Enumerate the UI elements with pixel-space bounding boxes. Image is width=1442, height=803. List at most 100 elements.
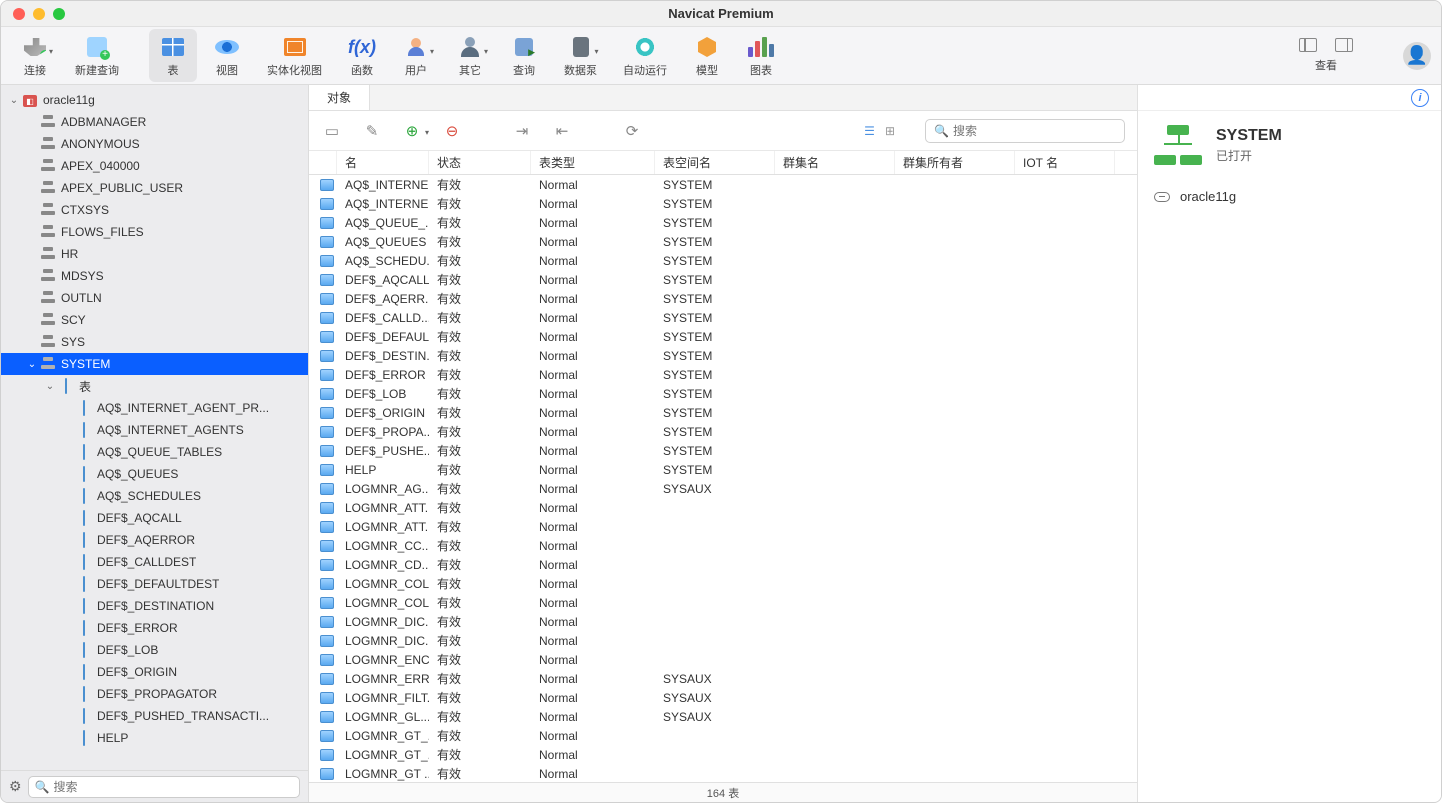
table-node[interactable]: AQ$_QUEUE_TABLES — [1, 441, 308, 463]
column-header[interactable]: 表类型 — [531, 151, 655, 174]
toolbar-mview[interactable]: 实体化视图 — [257, 29, 332, 82]
table-row[interactable]: LOGMNR_COL$ 有效 Normal — [309, 574, 1137, 593]
right-pane-icon[interactable] — [1335, 38, 1353, 52]
column-header[interactable] — [309, 151, 337, 174]
import-icon[interactable]: ⇥ — [511, 120, 533, 142]
schema-node[interactable]: SYS — [1, 331, 308, 353]
table-row[interactable]: LOGMNR_ATT.. 有效 Normal — [309, 498, 1137, 517]
table-node[interactable]: AQ$_SCHEDULES — [1, 485, 308, 507]
list-view-icon[interactable]: ☰ — [864, 124, 875, 138]
column-header[interactable]: 状态 — [429, 151, 531, 174]
connection-node[interactable]: ⌄◧oracle11g — [1, 89, 308, 111]
schema-node[interactable]: ADBMANAGER — [1, 111, 308, 133]
column-header[interactable]: 名 — [337, 151, 429, 174]
tables-node[interactable]: ⌄表 — [1, 375, 308, 397]
toolbar-other[interactable]: ▾其它 — [446, 29, 494, 82]
table-row[interactable]: AQ$_QUEUE_... 有效 Normal SYSTEM — [309, 213, 1137, 232]
table-row[interactable]: LOGMNR_ATT.. 有效 Normal — [309, 517, 1137, 536]
close-icon[interactable] — [13, 8, 25, 20]
minimize-icon[interactable] — [33, 8, 45, 20]
table-row[interactable]: LOGMNR_DIC.. 有效 Normal — [309, 612, 1137, 631]
table-row[interactable]: DEF$_LOB 有效 Normal SYSTEM — [309, 384, 1137, 403]
table-row[interactable]: AQ$_INTERNE.. 有效 Normal SYSTEM — [309, 194, 1137, 213]
table-row[interactable]: LOGMNR_GL... 有效 Normal SYSAUX — [309, 707, 1137, 726]
toolbar-connect[interactable]: ▾连接 — [11, 29, 59, 82]
schema-node[interactable]: FLOWS_FILES — [1, 221, 308, 243]
toolbar-pump[interactable]: ▾数据泵 — [554, 29, 607, 82]
schema-node[interactable]: SCY — [1, 309, 308, 331]
table-row[interactable]: LOGMNR_CD... 有效 Normal — [309, 555, 1137, 574]
schema-node[interactable]: APEX_PUBLIC_USER — [1, 177, 308, 199]
table-node[interactable]: DEF$_DEFAULTDEST — [1, 573, 308, 595]
column-header[interactable]: IOT 名 — [1015, 151, 1115, 174]
schema-node[interactable]: APEX_040000 — [1, 155, 308, 177]
open-icon[interactable]: ▭ — [321, 120, 343, 142]
table-node[interactable]: DEF$_ORIGIN — [1, 661, 308, 683]
table-node[interactable]: DEF$_CALLDEST — [1, 551, 308, 573]
table-node[interactable]: DEF$_AQERROR — [1, 529, 308, 551]
avatar[interactable]: 👤 — [1403, 42, 1431, 70]
object-search-input[interactable] — [953, 124, 1116, 138]
table-row[interactable]: DEF$_AQERR... 有效 Normal SYSTEM — [309, 289, 1137, 308]
table-row[interactable]: DEF$_ORIGIN 有效 Normal SYSTEM — [309, 403, 1137, 422]
table-row[interactable]: DEF$_PROPA... 有效 Normal SYSTEM — [309, 422, 1137, 441]
column-header[interactable]: 表空间名 — [655, 151, 775, 174]
table-node[interactable]: AQ$_INTERNET_AGENT_PR... — [1, 397, 308, 419]
tab-object[interactable]: 对象 — [309, 85, 370, 110]
schema-node[interactable]: ANONYMOUS — [1, 133, 308, 155]
export-icon[interactable]: ⇤ — [551, 120, 573, 142]
sidebar-search[interactable]: 🔍 — [28, 776, 300, 798]
toolbar-function[interactable]: f(x)函数 — [338, 29, 386, 82]
toolbar-auto[interactable]: 自动运行 — [613, 29, 677, 82]
table-row[interactable]: LOGMNR_DIC... 有效 Normal — [309, 631, 1137, 650]
table-row[interactable]: DEF$_AQCALL 有效 Normal SYSTEM — [309, 270, 1137, 289]
table-grid[interactable]: 名状态表类型表空间名群集名群集所有者IOT 名 AQ$_INTERNE.. 有效… — [309, 151, 1137, 782]
maximize-icon[interactable] — [53, 8, 65, 20]
table-row[interactable]: HELP 有效 Normal SYSTEM — [309, 460, 1137, 479]
add-icon[interactable]: ⊕▾ — [401, 120, 423, 142]
table-node[interactable]: AQ$_QUEUES — [1, 463, 308, 485]
toolbar-chart[interactable]: 图表 — [737, 29, 785, 82]
table-node[interactable]: DEF$_AQCALL — [1, 507, 308, 529]
toolbar-user[interactable]: ▾用户 — [392, 29, 440, 82]
table-node[interactable]: DEF$_LOB — [1, 639, 308, 661]
table-row[interactable]: LOGMNR_COL.. 有效 Normal — [309, 593, 1137, 612]
table-node[interactable]: DEF$_PROPAGATOR — [1, 683, 308, 705]
schema-node[interactable]: HR — [1, 243, 308, 265]
column-header[interactable]: 群集所有者 — [895, 151, 1015, 174]
table-row[interactable]: LOGMNR_CC... 有效 Normal — [309, 536, 1137, 555]
toolbar-table[interactable]: 表 — [149, 29, 197, 82]
table-row[interactable]: LOGMNR_GT ... 有效 Normal — [309, 764, 1137, 782]
table-row[interactable]: DEF$_PUSHE... 有效 Normal SYSTEM — [309, 441, 1137, 460]
table-node[interactable]: DEF$_ERROR — [1, 617, 308, 639]
table-node[interactable]: HELP — [1, 727, 308, 749]
toolbar-query[interactable]: 查询 — [500, 29, 548, 82]
table-node[interactable]: AQ$_INTERNET_AGENTS — [1, 419, 308, 441]
sidebar-search-input[interactable] — [54, 780, 293, 794]
toolbar-new-query[interactable]: 新建查询 — [65, 29, 129, 82]
schema-node[interactable]: OUTLN — [1, 287, 308, 309]
table-row[interactable]: AQ$_SCHEDU.. 有效 Normal SYSTEM — [309, 251, 1137, 270]
table-row[interactable]: DEF$_ERROR 有效 Normal SYSTEM — [309, 365, 1137, 384]
table-row[interactable]: LOGMNR_GT_.. 有效 Normal — [309, 726, 1137, 745]
gear-icon[interactable]: ⚙ — [9, 778, 22, 795]
table-row[interactable]: LOGMNR_AG... 有效 Normal SYSAUX — [309, 479, 1137, 498]
table-row[interactable]: LOGMNR_GT_... 有效 Normal — [309, 745, 1137, 764]
table-row[interactable]: AQ$_QUEUES 有效 Normal SYSTEM — [309, 232, 1137, 251]
table-row[interactable]: LOGMNR_ERR.. 有效 Normal SYSAUX — [309, 669, 1137, 688]
schema-node-selected[interactable]: ⌄SYSTEM — [1, 353, 308, 375]
connection-tree[interactable]: ⌄◧oracle11gADBMANAGERANONYMOUSAPEX_04000… — [1, 85, 308, 770]
table-row[interactable]: DEF$_DESTIN.. 有效 Normal SYSTEM — [309, 346, 1137, 365]
table-node[interactable]: DEF$_PUSHED_TRANSACTI... — [1, 705, 308, 727]
schema-node[interactable]: MDSYS — [1, 265, 308, 287]
grid-view-icon[interactable]: ⊞ — [885, 124, 895, 138]
edit-icon[interactable]: ✎ — [361, 120, 383, 142]
column-header[interactable]: 群集名 — [775, 151, 895, 174]
table-row[interactable]: DEF$_DEFAUL.. 有效 Normal SYSTEM — [309, 327, 1137, 346]
table-row[interactable]: AQ$_INTERNE.. 有效 Normal SYSTEM — [309, 175, 1137, 194]
toolbar-view[interactable]: 视图 — [203, 29, 251, 82]
delete-icon[interactable]: ⊖ — [441, 120, 463, 142]
table-row[interactable]: DEF$_CALLD... 有效 Normal SYSTEM — [309, 308, 1137, 327]
left-pane-icon[interactable] — [1299, 38, 1317, 52]
schema-node[interactable]: CTXSYS — [1, 199, 308, 221]
